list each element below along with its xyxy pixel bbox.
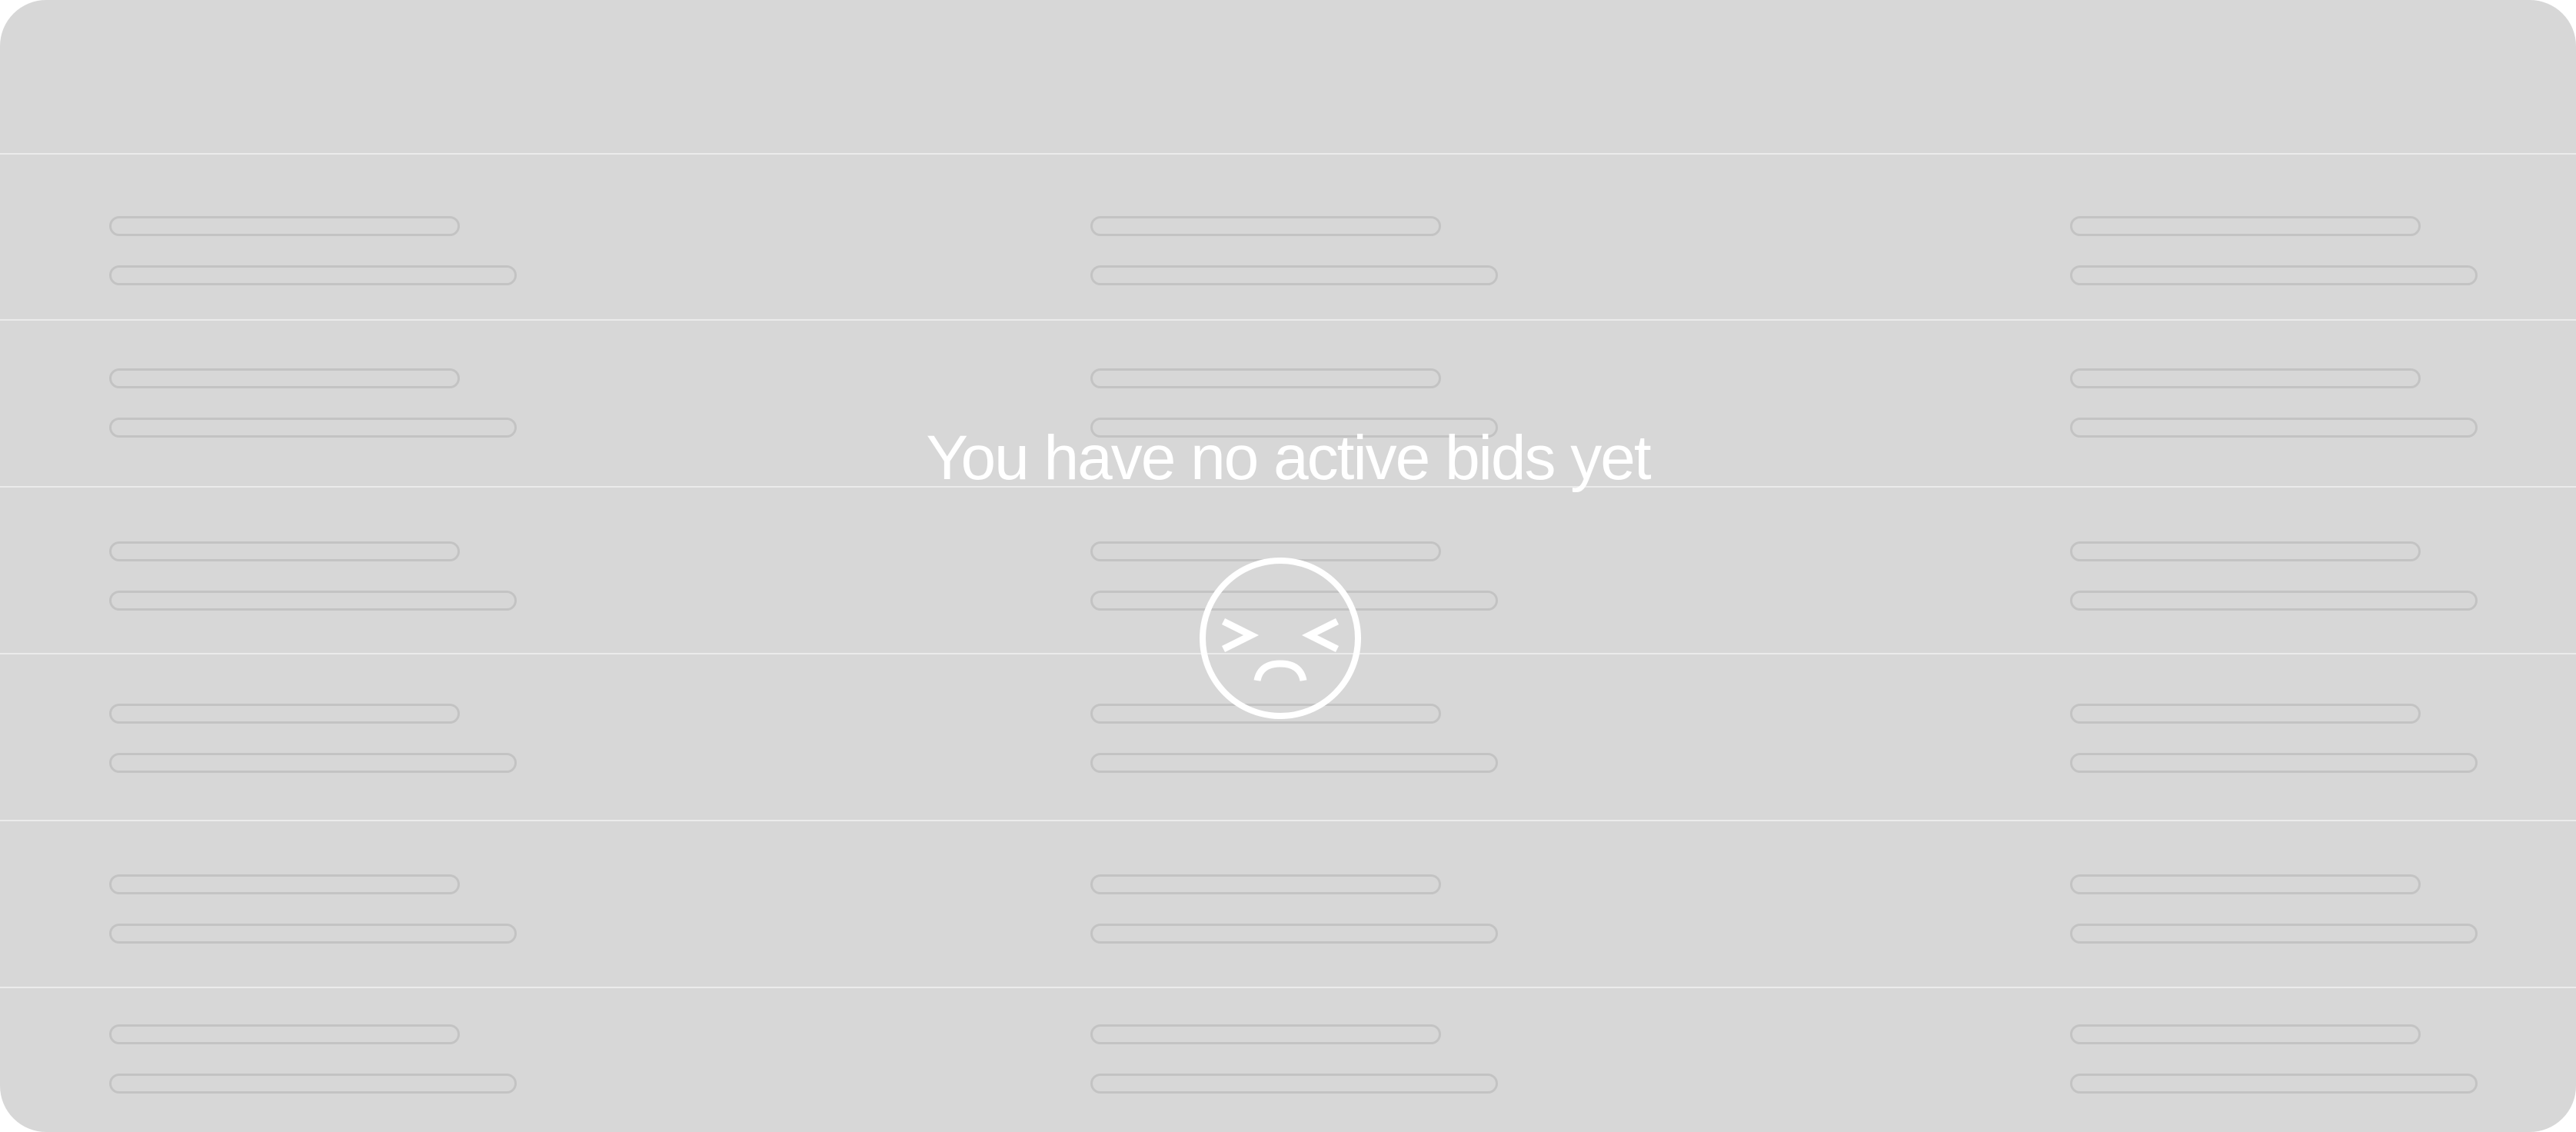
skeleton-cell [109, 988, 540, 1132]
skeleton-line [2070, 541, 2421, 561]
skeleton-row [0, 653, 2576, 819]
skeleton-cell [109, 654, 540, 819]
skeleton-line [2070, 418, 2478, 438]
skeleton-line [109, 591, 517, 611]
skeleton-line [1090, 216, 1441, 236]
skeleton-line [109, 265, 517, 285]
skeleton-cell [2070, 654, 2501, 819]
skeleton-row [0, 820, 2576, 986]
skeleton-line [109, 753, 517, 773]
skeleton-line [1090, 418, 1498, 438]
skeleton-line [2070, 1074, 2478, 1094]
skeleton-line [109, 924, 517, 944]
skeleton-line [2070, 368, 2421, 388]
skeleton-cell [2070, 155, 2501, 319]
skeleton-cell [109, 321, 540, 485]
skeleton-line [1090, 541, 1441, 561]
skeleton-line [1090, 704, 1441, 724]
skeleton-row [0, 153, 2576, 319]
skeleton-cell [109, 821, 540, 986]
skeleton-cell [1090, 155, 1521, 319]
skeleton-line [1090, 924, 1498, 944]
skeleton-row [0, 987, 2576, 1132]
skeleton-cell [109, 488, 540, 652]
skeleton-line [2070, 591, 2478, 611]
skeleton-line [109, 704, 460, 724]
table-header [0, 0, 2576, 153]
skeleton-line [2070, 1024, 2421, 1044]
skeleton-line [2070, 874, 2421, 894]
skeleton-cell [1090, 821, 1521, 986]
skeleton-line [109, 1074, 517, 1094]
skeleton-row [0, 486, 2576, 652]
skeleton-cell [2070, 821, 2501, 986]
skeleton-cell [1090, 988, 1521, 1132]
skeleton-line [1090, 368, 1441, 388]
skeleton-line [109, 1024, 460, 1044]
skeleton-cell [1090, 488, 1521, 652]
skeleton-cell [1090, 654, 1521, 819]
skeleton-line [1090, 1024, 1441, 1044]
skeleton-cell [2070, 321, 2501, 485]
skeleton-cell [1090, 321, 1521, 485]
skeleton-line [109, 874, 460, 894]
skeleton-line [2070, 265, 2478, 285]
skeleton-line [2070, 924, 2478, 944]
skeleton-line [1090, 874, 1441, 894]
skeleton-cell [2070, 488, 2501, 652]
skeleton-line [1090, 591, 1498, 611]
skeleton-line [109, 368, 460, 388]
skeleton-row [0, 319, 2576, 485]
skeleton-line [2070, 753, 2478, 773]
skeleton-cell [2070, 988, 2501, 1132]
skeleton-cell [109, 155, 540, 319]
skeleton-line [1090, 265, 1498, 285]
skeleton-line [1090, 753, 1498, 773]
skeleton-line [109, 541, 460, 561]
skeleton-line [109, 418, 517, 438]
skeleton-line [2070, 216, 2421, 236]
bids-panel: You have no active bids yet [0, 0, 2576, 1132]
skeleton-line [2070, 704, 2421, 724]
skeleton-line [109, 216, 460, 236]
skeleton-line [1090, 1074, 1498, 1094]
